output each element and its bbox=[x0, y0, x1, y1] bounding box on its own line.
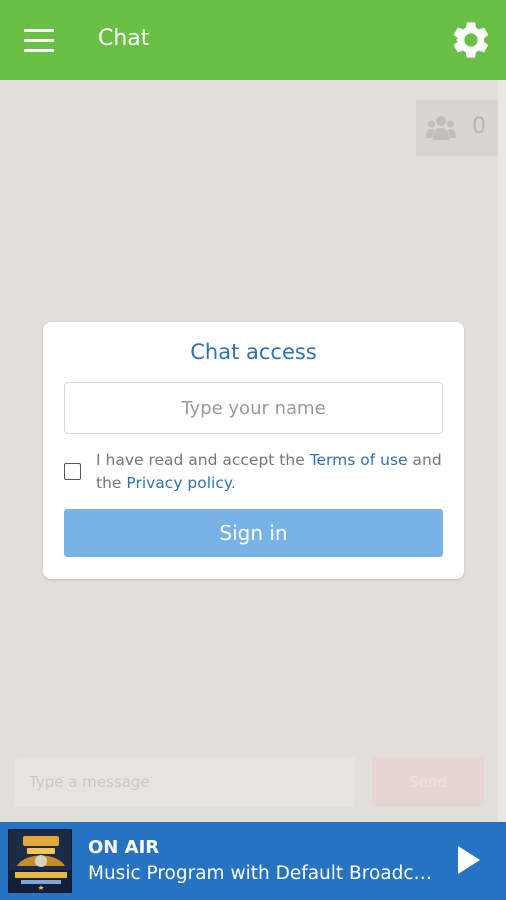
hamburger-menu-icon[interactable] bbox=[20, 26, 60, 56]
page-title: Chat bbox=[98, 26, 150, 51]
sign-in-button[interactable]: Sign in bbox=[64, 509, 443, 557]
on-air-label: ON AIR bbox=[88, 837, 160, 858]
name-input[interactable] bbox=[64, 382, 443, 434]
terms-suffix: . bbox=[230, 474, 236, 492]
terms-text: I have read and accept the Terms of use … bbox=[96, 449, 446, 495]
radio-player-bar: ON AIR Music Program with Default Broadc… bbox=[0, 822, 506, 900]
message-composer bbox=[15, 757, 355, 807]
message-input[interactable] bbox=[15, 757, 355, 807]
online-users-badge[interactable]: 0 bbox=[416, 100, 498, 156]
terms-of-use-link[interactable]: Terms of use bbox=[310, 451, 408, 469]
users-group-icon bbox=[426, 116, 456, 140]
gear-icon[interactable] bbox=[449, 18, 493, 62]
chat-scrollbar[interactable] bbox=[498, 80, 506, 822]
send-button[interactable]: Send bbox=[372, 757, 484, 807]
play-icon[interactable] bbox=[448, 840, 488, 880]
terms-prefix: I have read and accept the bbox=[96, 451, 305, 469]
app-bar: Chat bbox=[0, 0, 506, 80]
chat-access-dialog: Chat access I have read and accept the T… bbox=[43, 322, 464, 579]
privacy-policy-link[interactable]: Privacy policy bbox=[126, 474, 230, 492]
now-playing-title: Music Program with Default Broadcaster bbox=[88, 863, 433, 884]
station-logo bbox=[8, 829, 72, 893]
online-users-count: 0 bbox=[472, 114, 486, 139]
accept-terms-checkbox[interactable] bbox=[64, 463, 81, 480]
dialog-title: Chat access bbox=[190, 340, 317, 364]
